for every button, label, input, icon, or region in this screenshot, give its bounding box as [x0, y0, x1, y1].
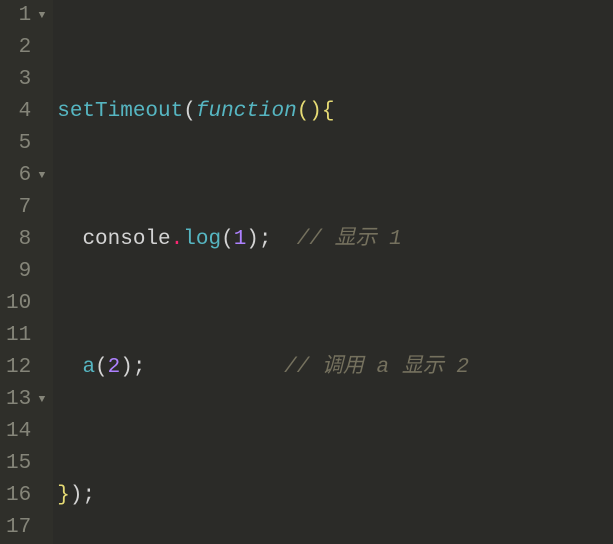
- line-number: 1▼: [6, 0, 45, 32]
- paren: ): [246, 224, 259, 256]
- line-number: 4: [6, 96, 45, 128]
- line-number: 13▼: [6, 384, 45, 416]
- fold-icon[interactable]: ▼: [35, 384, 45, 416]
- line-number: 15: [6, 448, 45, 480]
- brace: {: [322, 96, 335, 128]
- semicolon: ;: [259, 224, 272, 256]
- semicolon: ;: [82, 480, 95, 512]
- code-line[interactable]: a(2); // 调用 a 显示 2: [57, 352, 613, 384]
- line-number: 8: [6, 224, 45, 256]
- line-number: 7: [6, 192, 45, 224]
- paren: (: [221, 224, 234, 256]
- paren: ): [70, 480, 83, 512]
- line-number: 17: [6, 512, 45, 544]
- line-number: 10: [6, 288, 45, 320]
- code-line[interactable]: });: [57, 480, 613, 512]
- gutter: 1▼ 2 3 4 5 6▼ 7 8 9 10 11 12 13▼ 14 15 1…: [0, 0, 53, 544]
- paren: ): [309, 96, 322, 128]
- number: 2: [108, 352, 121, 384]
- fold-icon[interactable]: ▼: [35, 0, 45, 32]
- line-number: 9: [6, 256, 45, 288]
- code-line[interactable]: setTimeout(function(){: [57, 96, 613, 128]
- semicolon: ;: [133, 352, 146, 384]
- line-number: 16: [6, 480, 45, 512]
- dot: .: [171, 224, 184, 256]
- paren: (: [95, 352, 108, 384]
- code-line[interactable]: console.log(1); // 显示 1: [57, 224, 613, 256]
- code-editor[interactable]: 1▼ 2 3 4 5 6▼ 7 8 9 10 11 12 13▼ 14 15 1…: [0, 0, 613, 544]
- line-number: 12: [6, 352, 45, 384]
- identifier: setTimeout: [57, 96, 183, 128]
- comment: // 调用 a 显示 2: [284, 352, 469, 384]
- paren: (: [183, 96, 196, 128]
- number: 1: [234, 224, 247, 256]
- line-number: 11: [6, 320, 45, 352]
- line-number: 6▼: [6, 160, 45, 192]
- line-number: 3: [6, 64, 45, 96]
- paren: (: [297, 96, 310, 128]
- brace: }: [57, 480, 70, 512]
- keyword: function: [196, 96, 297, 128]
- code-area[interactable]: setTimeout(function(){ console.log(1); /…: [53, 0, 613, 544]
- fold-icon[interactable]: ▼: [35, 160, 45, 192]
- paren: ): [120, 352, 133, 384]
- identifier: a: [82, 352, 95, 384]
- line-number: 14: [6, 416, 45, 448]
- identifier: console: [82, 224, 170, 256]
- line-number: 5: [6, 128, 45, 160]
- line-number: 2: [6, 32, 45, 64]
- comment: // 显示 1: [297, 224, 402, 256]
- identifier: log: [183, 224, 221, 256]
